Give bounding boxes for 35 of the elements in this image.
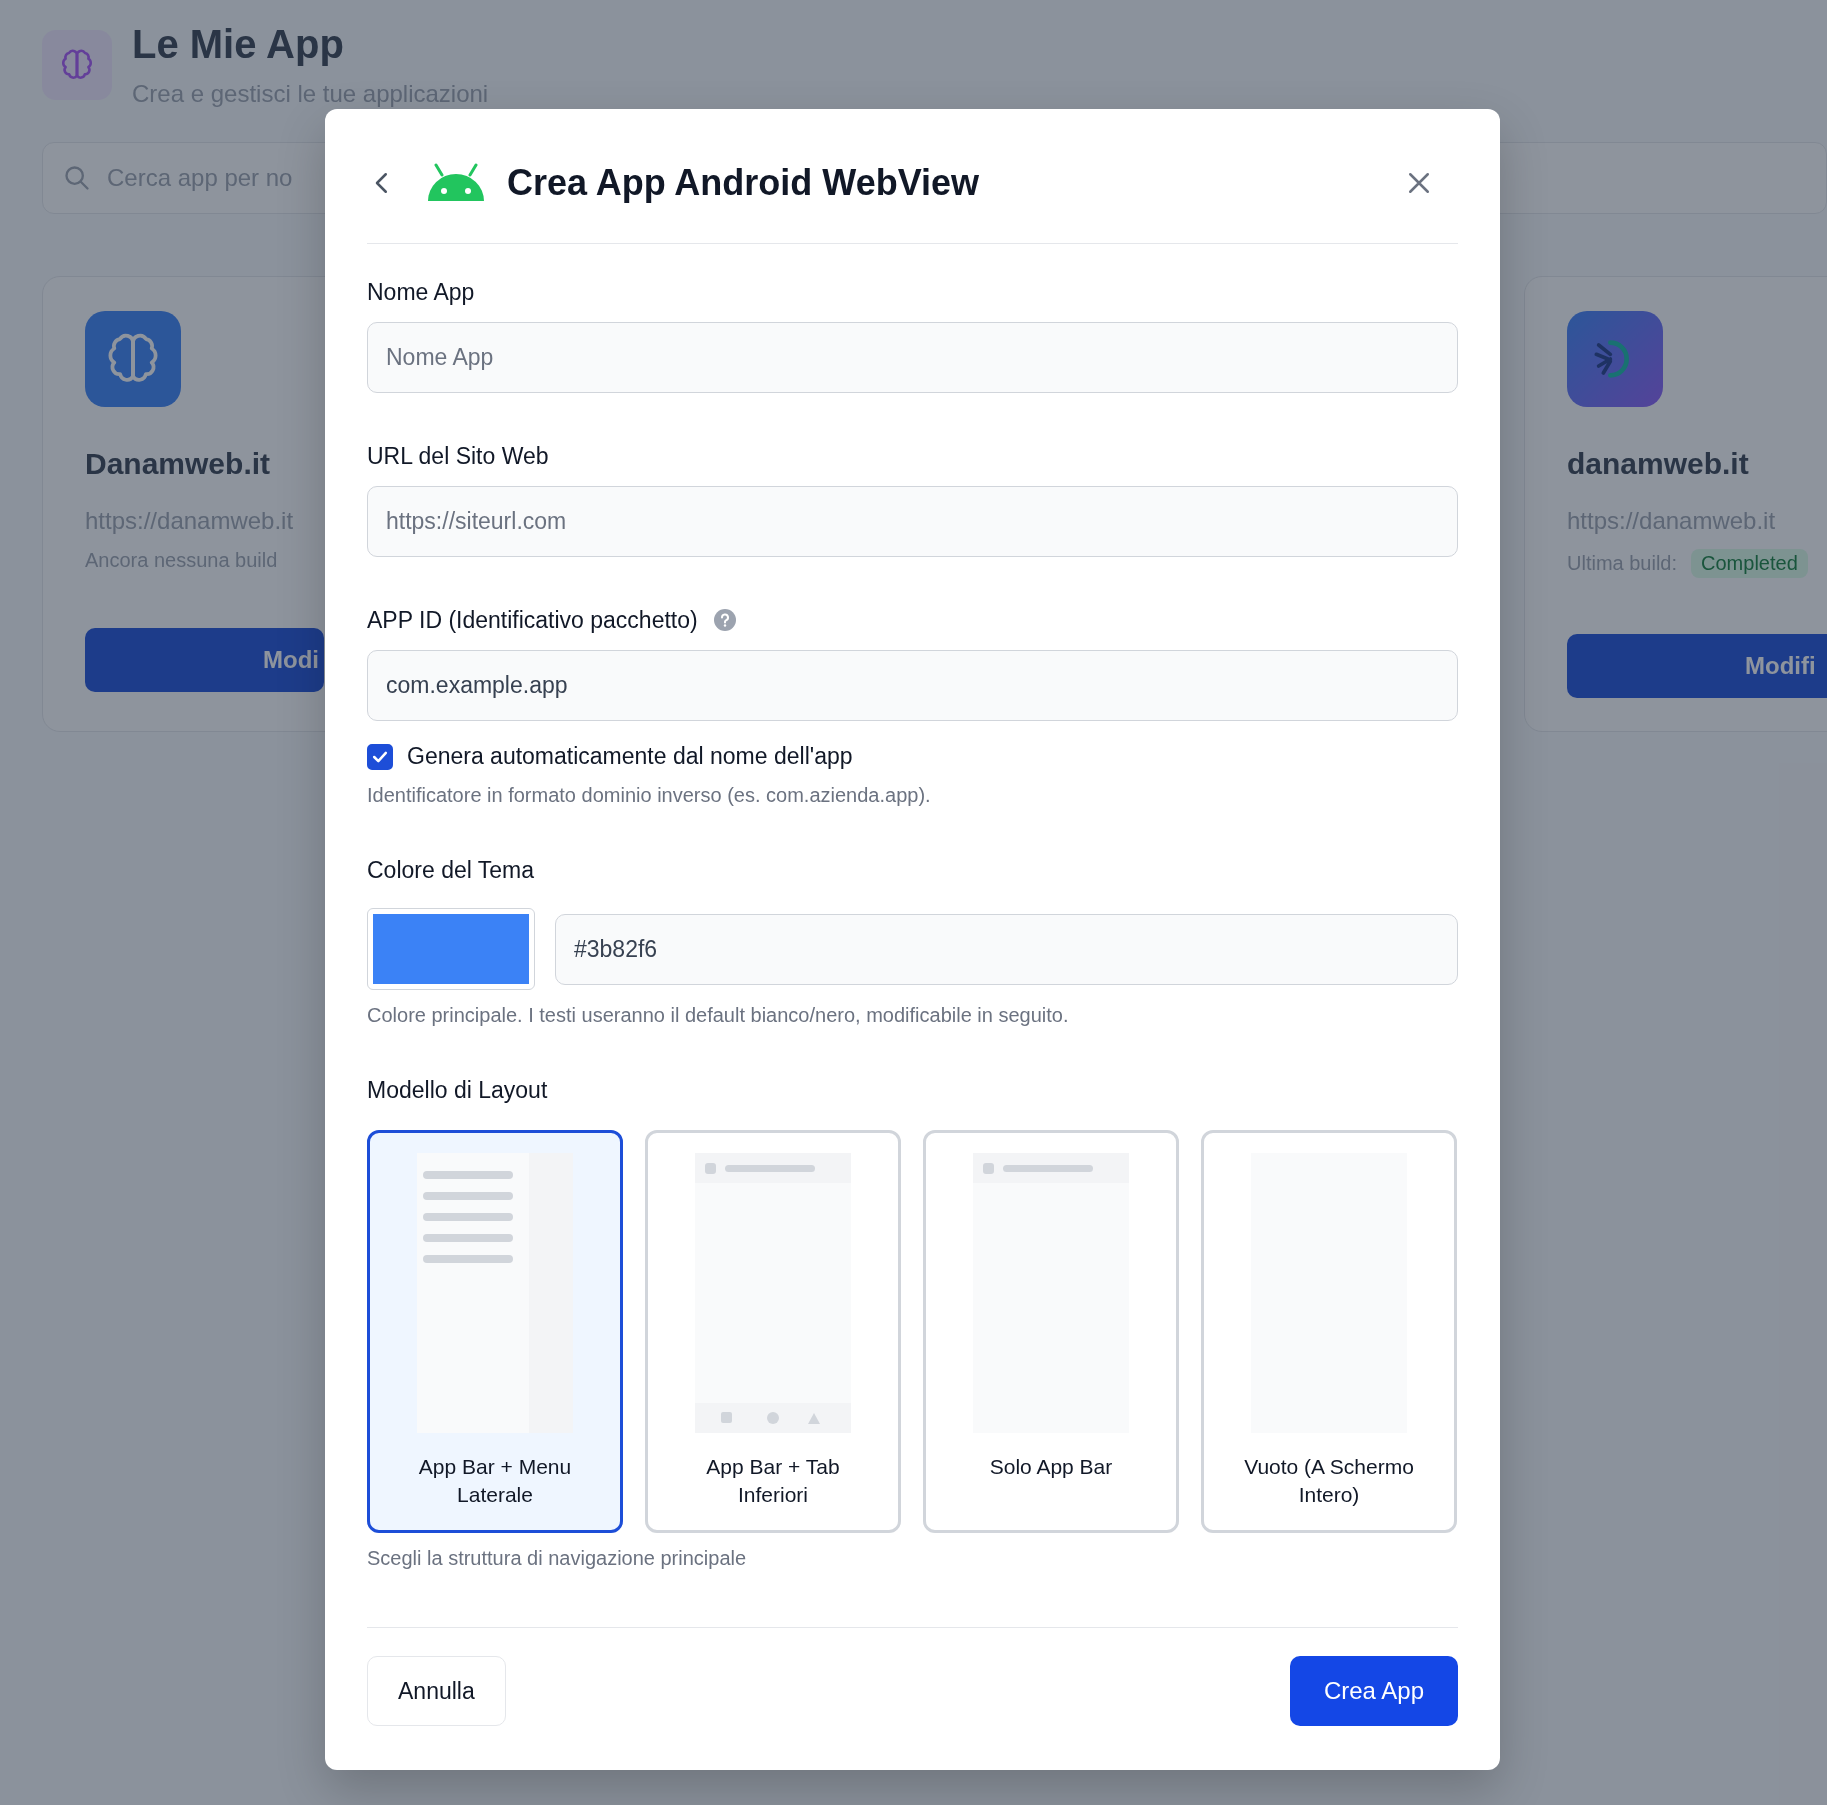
checkbox[interactable] bbox=[367, 743, 393, 770]
app-name: danamweb.it bbox=[1567, 447, 1749, 481]
brain-icon bbox=[42, 30, 112, 100]
page-title: Le Mie App bbox=[132, 21, 345, 68]
option-label: App Bar + Tab Inferiori bbox=[705, 1454, 841, 1508]
layout-option[interactable]: App Bar + Menu Laterale bbox=[367, 1130, 623, 1533]
app-icon bbox=[1567, 311, 1663, 407]
app-name: Danamweb.it bbox=[85, 447, 271, 481]
layout-option[interactable]: App Bar + Tab Inferiori bbox=[645, 1130, 901, 1533]
url-field[interactable]: https://siteurl.com bbox=[367, 486, 1458, 557]
option-label: Vuoto (A Schermo Intero) bbox=[1243, 1454, 1415, 1508]
option-label: Solo App Bar bbox=[988, 1454, 1114, 1480]
field-label: Nome App bbox=[367, 278, 475, 306]
build-status: Completed bbox=[1691, 549, 1808, 578]
hint-text: Colore principale. I testi useranno il default bianco/nero, modificabile in seguito. bbox=[367, 1003, 1070, 1027]
cancel-button[interactable]: Annulla bbox=[367, 1656, 506, 1726]
android-robot-icon bbox=[427, 163, 485, 203]
create-button[interactable]: Crea App bbox=[1289, 1656, 1458, 1726]
app-name-field[interactable]: Nome App bbox=[367, 322, 1458, 393]
field-label: Modello di Layout bbox=[367, 1076, 548, 1104]
color-swatch[interactable] bbox=[367, 908, 535, 990]
dialog-title: Crea App Android WebView bbox=[507, 162, 981, 204]
hint-text: Scegli la struttura di navigazione principale bbox=[367, 1546, 748, 1570]
help-icon[interactable] bbox=[713, 609, 736, 631]
field-label: URL del Sito Web bbox=[367, 442, 549, 470]
hint-text: Identificatore in formato dominio inverso (es. com.azienda.app). bbox=[367, 783, 932, 807]
checkbox-label: Genera automaticamente dal nome dell'app bbox=[407, 743, 853, 770]
layout-option[interactable]: Solo App Bar bbox=[923, 1130, 1179, 1533]
field-label: APP ID (Identificativo pacchetto) bbox=[367, 606, 698, 634]
option-label: App Bar + Menu Laterale bbox=[417, 1454, 573, 1508]
app-icon bbox=[85, 311, 181, 407]
search-icon bbox=[63, 164, 91, 192]
field-label: Colore del Tema bbox=[367, 856, 535, 884]
color-hex-field[interactable]: #3b82f6 bbox=[555, 913, 1458, 985]
app-id-field[interactable]: com.example.app bbox=[367, 650, 1458, 721]
